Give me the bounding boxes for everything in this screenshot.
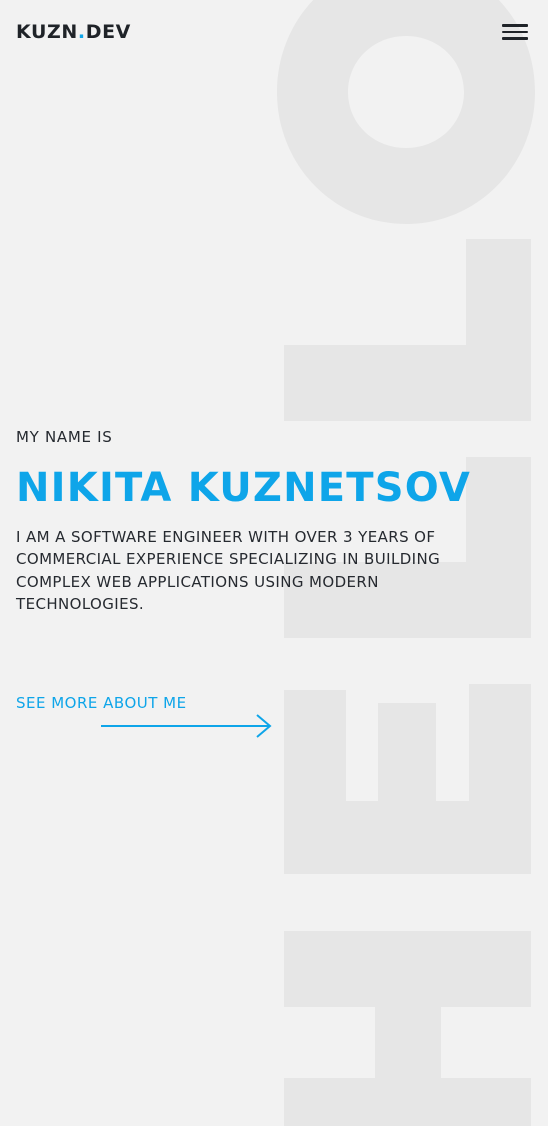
arrow-right-icon[interactable] <box>100 713 274 739</box>
hero-intro: MY NAME IS <box>16 428 113 446</box>
hero-description: I AM A SOFTWARE ENGINEER WITH OVER 3 YEA… <box>16 528 441 614</box>
hamburger-menu-icon[interactable] <box>502 22 528 42</box>
see-more-about-me-link[interactable]: SEE MORE ABOUT ME <box>16 692 187 714</box>
decorative-letter-e <box>284 684 531 874</box>
decorative-letter-h <box>284 931 531 1126</box>
decorative-letter-o <box>277 0 535 224</box>
hero-name-heading: NIKITA KUZNETSOV <box>16 465 472 511</box>
logo-text-primary: KUZN <box>16 21 78 43</box>
decorative-letter-l-upper <box>284 239 531 421</box>
menu-bar-bottom <box>502 37 528 40</box>
logo-dot: . <box>77 21 86 43</box>
site-logo[interactable]: KUZN.DEV <box>16 20 131 44</box>
logo-text-secondary: DEV <box>85 21 131 43</box>
menu-bar-top <box>502 24 528 27</box>
menu-bar-middle <box>502 30 528 34</box>
